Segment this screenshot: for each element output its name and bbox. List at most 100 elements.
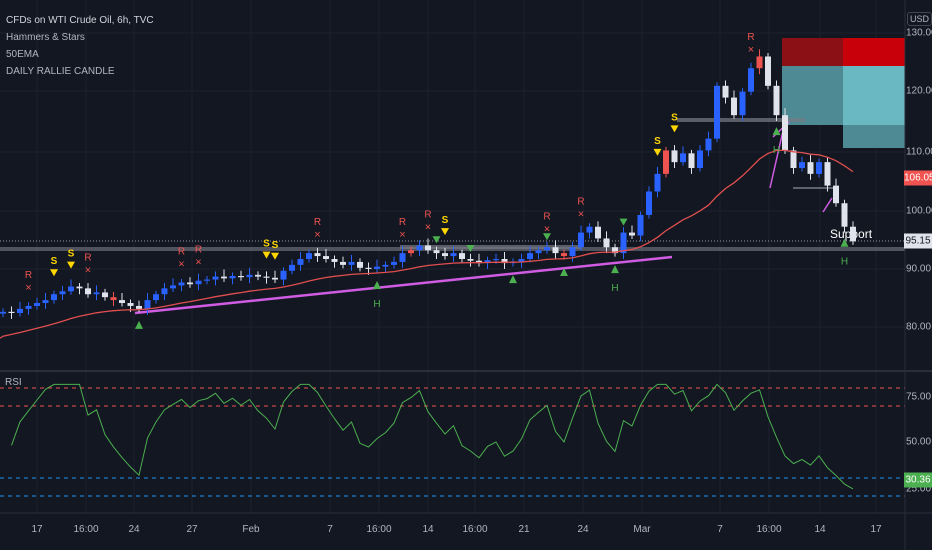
candle-body — [459, 253, 465, 259]
candle-body — [714, 85, 720, 139]
candle-body — [527, 253, 533, 259]
price-tick: 130.00 — [906, 27, 932, 39]
price-tick: 120.00 — [906, 85, 932, 97]
candle-body — [246, 274, 253, 278]
candle-body — [42, 300, 49, 304]
line-price-badge: 95.15 — [904, 233, 932, 249]
price-tick: 80.00 — [906, 321, 932, 333]
candle-body — [671, 150, 678, 163]
cross-icon: × — [425, 221, 431, 233]
candle-body — [59, 291, 66, 295]
time-tick: 16:00 — [756, 524, 782, 535]
time-tick: 16:00 — [462, 524, 488, 535]
candle-body — [374, 266, 380, 269]
candle-body — [136, 305, 142, 309]
candle-body — [816, 162, 822, 174]
stop-zone — [843, 38, 905, 66]
time-tick: 14 — [422, 524, 434, 535]
candle-body — [93, 292, 100, 295]
candle-body — [51, 294, 57, 301]
time-tick: 7 — [717, 524, 723, 535]
candle-body — [306, 253, 312, 259]
candle-body — [297, 258, 304, 265]
cross-icon: × — [748, 44, 754, 56]
candle-body — [331, 258, 338, 262]
time-tick: Feb — [242, 524, 260, 535]
target-zone — [843, 66, 905, 125]
price-tick: 110.00 — [906, 146, 932, 158]
candle-body — [238, 276, 244, 278]
cross-icon: × — [85, 264, 91, 276]
candle-body — [442, 253, 448, 257]
indicator-50ema[interactable]: 50EMA — [6, 46, 154, 63]
candle-body — [705, 138, 712, 151]
rally-marker-label: R — [424, 209, 431, 220]
price-chart[interactable]: Support R×R×R×R×R×R×R×R×R×R×SSSSSSSHHHH — [0, 0, 932, 550]
candle-body — [221, 276, 227, 279]
candle-body — [289, 264, 295, 271]
candle-body — [586, 226, 593, 233]
cross-icon: × — [25, 282, 31, 294]
candle-body — [756, 56, 763, 69]
triangle-up-icon — [373, 280, 381, 289]
candle-body — [314, 253, 321, 257]
rally-marker-label: R — [25, 270, 32, 281]
triangle-down-icon — [670, 125, 679, 133]
rsi-line — [11, 383, 854, 490]
candle-body — [544, 247, 550, 251]
triangle-down-icon — [50, 269, 58, 277]
candle-body — [34, 303, 40, 306]
candle-body — [722, 85, 729, 98]
candle-body — [790, 150, 797, 169]
rally-marker-label: R — [195, 245, 202, 256]
price-tick: 90.00 — [906, 263, 932, 275]
candle-body — [68, 286, 74, 292]
currency-label[interactable]: USD — [907, 12, 932, 26]
candle-body — [680, 153, 686, 163]
candle-body — [17, 308, 23, 313]
candle-body — [595, 226, 601, 239]
symbol-title[interactable]: CFDs on WTI Crude Oil, 6h, TVC — [6, 12, 154, 29]
candle-body — [365, 267, 372, 269]
candle-body — [280, 270, 287, 280]
candle-body — [433, 250, 440, 254]
triangle-up-icon — [509, 275, 517, 284]
rsi-tick: 75.00 — [906, 391, 932, 403]
hammer-marker-label: H — [373, 299, 380, 310]
candle-body — [663, 150, 669, 174]
time-tick: 16:00 — [73, 524, 99, 535]
candle-body — [697, 150, 703, 169]
triangle-down-icon — [441, 228, 449, 236]
time-tick: 16:00 — [366, 524, 392, 535]
candle-body — [399, 253, 406, 262]
rsi-tick: 50.00 — [906, 436, 932, 448]
rally-marker-label: R — [178, 246, 185, 257]
candle-body — [535, 250, 542, 254]
star-marker-label: S — [442, 215, 449, 226]
candle-body — [569, 247, 576, 257]
candle-body — [841, 203, 848, 227]
candle-body — [688, 153, 695, 169]
candle-body — [654, 173, 661, 192]
candle-body — [348, 261, 355, 265]
candle-body — [629, 232, 635, 236]
indicator-daily-rallie-candle[interactable]: DAILY RALLIE CANDLE — [6, 63, 154, 80]
rsi-label[interactable]: RSI — [5, 377, 22, 388]
star-marker-label: S — [51, 256, 58, 267]
candle-body — [467, 258, 474, 261]
candle-body — [450, 253, 457, 257]
time-tick: 24 — [128, 524, 140, 535]
rally-marker-label: R — [543, 211, 550, 222]
triangle-down-icon — [619, 218, 628, 226]
indicator-hammers-stars[interactable]: Hammers & Stars — [6, 29, 154, 46]
star-marker-label: S — [654, 136, 661, 147]
candle-body — [578, 232, 584, 248]
time-tick: 7 — [327, 524, 333, 535]
candle-body — [493, 258, 499, 261]
hammer-marker-label: H — [773, 145, 780, 156]
last-price-badge: 106.05 — [904, 170, 932, 186]
candle-body — [782, 115, 788, 151]
candle-body — [637, 214, 644, 236]
time-tick: 21 — [518, 524, 530, 535]
candle-body — [272, 277, 278, 280]
